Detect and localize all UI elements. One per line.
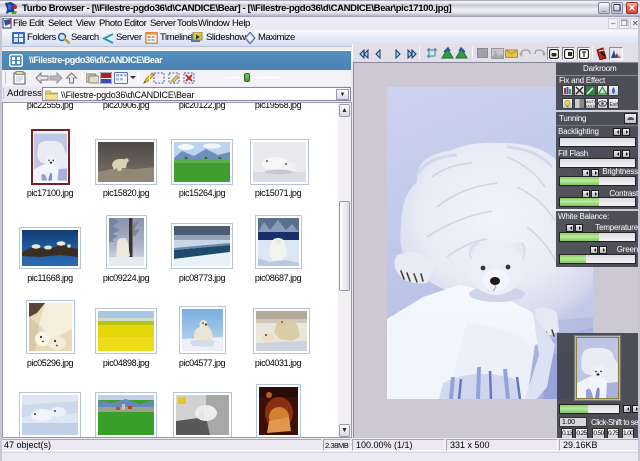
- svg-text:LVLS: LVLS: [586, 104, 595, 109]
- svg-text:Exif: Exif: [610, 102, 619, 108]
